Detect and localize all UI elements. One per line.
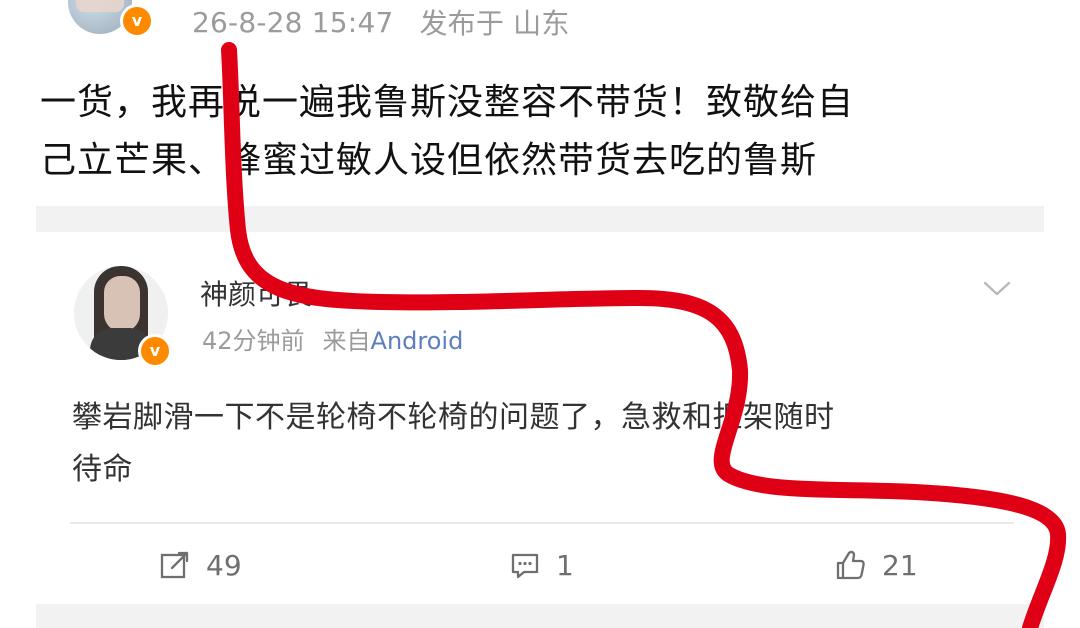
- post-location: 发布于 山东: [419, 7, 570, 40]
- like-button[interactable]: 21: [832, 542, 918, 588]
- comment-author-name[interactable]: 神颜可畏: [200, 278, 312, 312]
- comment-source: 来自Android: [323, 326, 464, 356]
- comment-text-line: 攀岩脚滑一下不是轮椅不轮椅的问题了，急救和担架随时: [72, 400, 835, 435]
- verified-badge-icon: v: [138, 334, 172, 368]
- verified-badge-icon: v: [120, 4, 154, 38]
- chevron-down-icon[interactable]: [982, 276, 1012, 302]
- thumbs-up-icon: [836, 550, 865, 580]
- post-text-line: 己立芒果、蜂蜜过敏人设但依然带货去吃的鲁斯: [40, 140, 818, 181]
- chevron-down-icon-svg: [983, 281, 1011, 296]
- avatar-face: [104, 276, 140, 332]
- post-datetime: 26-8-28 15:47: [192, 5, 394, 39]
- comment-count: 1: [556, 548, 574, 582]
- comment-button[interactable]: 1: [508, 542, 574, 588]
- weibo-post-screenshot: v 26-8-28 15:47 发布于 山东 一货，我再说一遍我鲁斯没整容不带货…: [0, 0, 1080, 628]
- comment-time: 42分钟前: [202, 327, 305, 355]
- avatar-detail: [76, 0, 124, 12]
- bottom-divider: [36, 604, 1044, 628]
- comment-source-link[interactable]: Android: [371, 327, 464, 355]
- section-divider: [36, 206, 1044, 232]
- comment-divider: [70, 522, 1014, 524]
- comment-source-prefix: 来自: [322, 327, 371, 355]
- forward-count: 49: [206, 548, 242, 582]
- share-icon: [160, 551, 189, 579]
- comment-meta: 42分钟前 来自Android: [202, 326, 463, 356]
- post-text-line: 一货，我再说一遍我鲁斯没整容不带货！致敬给自: [40, 82, 855, 123]
- like-count: 21: [882, 548, 918, 582]
- comment-icon: [511, 553, 539, 579]
- forward-button[interactable]: 49: [158, 542, 242, 588]
- comment-text: 攀岩脚滑一下不是轮椅不轮椅的问题了，急救和担架随时 待命: [72, 392, 1052, 496]
- comment-text-line: 待命: [72, 452, 133, 487]
- post-meta: 26-8-28 15:47 发布于 山东: [192, 4, 570, 41]
- post-text: 一货，我再说一遍我鲁斯没整容不带货！致敬给自 己立芒果、蜂蜜过敏人设但依然带货去…: [40, 74, 1050, 190]
